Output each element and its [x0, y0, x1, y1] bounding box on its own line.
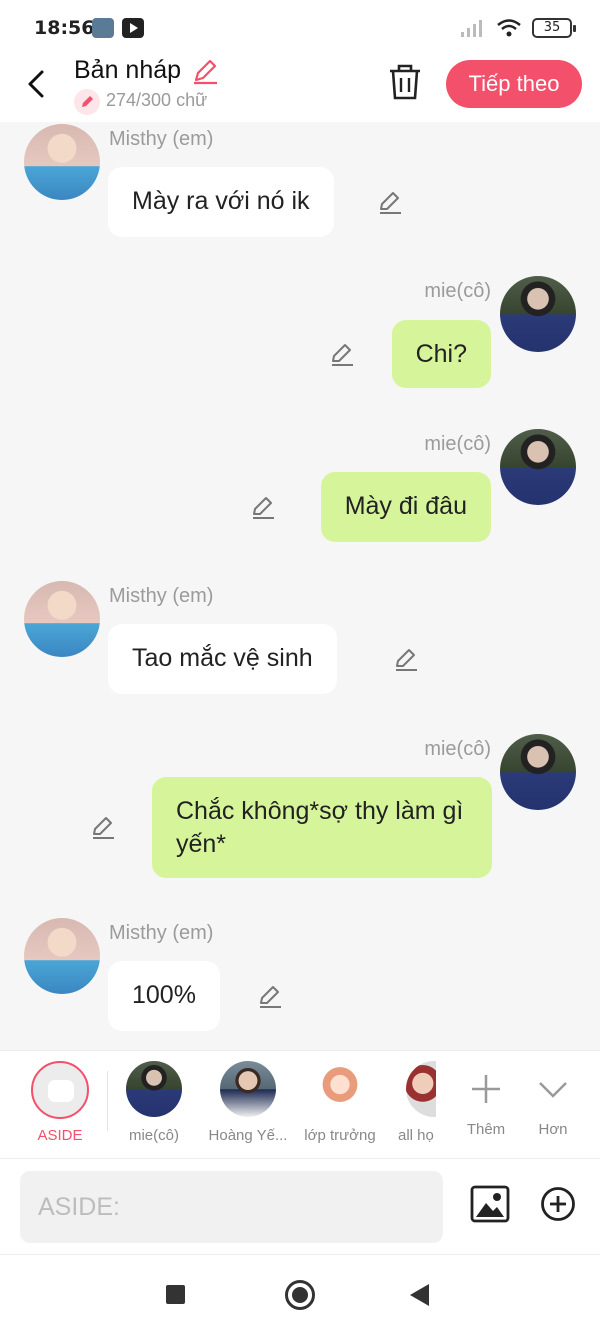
sender-name: Misthy (em): [109, 128, 214, 150]
character-avatar: [220, 1061, 276, 1117]
add-character-button[interactable]: Thêm: [458, 1061, 514, 1138]
character-avatar: [126, 1061, 182, 1117]
status-bar: 18:56 35: [0, 0, 600, 56]
character-label: mie(cô): [128, 1127, 179, 1144]
message-bubble[interactable]: Mày ra với nó ik: [108, 167, 334, 237]
edit-message-icon[interactable]: [328, 340, 356, 368]
sender-name: Misthy (em): [109, 922, 214, 944]
signal-icon: [461, 20, 482, 37]
character-all[interactable]: all họ: [396, 1061, 436, 1144]
character-label: lớp trưởng: [304, 1127, 376, 1144]
sender-name: mie(cô): [424, 280, 491, 302]
expand-button[interactable]: Hơn: [526, 1061, 580, 1138]
header: Bản nháp 274/300 chữ Tiếp theo: [0, 56, 600, 122]
page-title: Bản nháp: [74, 56, 182, 84]
character-label: all họ: [398, 1127, 434, 1144]
message-input[interactable]: [20, 1171, 443, 1243]
character-lop-truong[interactable]: lớp trưởng: [300, 1061, 380, 1144]
wifi-icon: [497, 19, 521, 37]
sender-name: mie(cô): [424, 433, 491, 455]
trash-icon[interactable]: [387, 62, 423, 102]
message-bubble[interactable]: Tao mắc vệ sinh: [108, 624, 337, 694]
divider: [107, 1071, 108, 1131]
chat-area: Misthy (em) Mày ra với nó ik mie(cô) Chi…: [0, 122, 600, 1050]
message-bubble[interactable]: Chi?: [391, 320, 491, 388]
system-back-icon[interactable]: [410, 1284, 429, 1306]
character-hoang-yen[interactable]: Hoàng Yế...: [202, 1061, 294, 1144]
avatar-misthy[interactable]: [24, 918, 100, 994]
avatar-mie[interactable]: [500, 734, 576, 810]
message-bubble[interactable]: Mày đi đâu: [320, 472, 491, 542]
chevron-down-icon: [539, 1082, 567, 1098]
gallery-app-icon: [92, 18, 114, 38]
image-icon[interactable]: [470, 1185, 510, 1223]
avatar-mie[interactable]: [500, 276, 576, 352]
character-aside[interactable]: ASIDE: [22, 1061, 98, 1144]
edit-message-icon[interactable]: [392, 645, 420, 673]
word-count: 274/300 chữ: [106, 90, 208, 110]
add-circle-icon[interactable]: [540, 1186, 576, 1222]
sender-name: Misthy (em): [109, 585, 214, 607]
edit-message-icon[interactable]: [376, 188, 404, 216]
character-label: ASIDE: [37, 1127, 83, 1144]
battery-icon: 35: [532, 18, 576, 38]
edit-message-icon[interactable]: [89, 813, 117, 841]
edit-title-icon[interactable]: [190, 56, 220, 86]
avatar-misthy[interactable]: [24, 124, 100, 200]
next-button[interactable]: Tiếp theo: [446, 60, 582, 108]
character-selector: ASIDE mie(cô) Hoàng Yế... lớp trưởng all…: [0, 1050, 600, 1158]
sender-name: mie(cô): [424, 738, 491, 760]
status-icons: 35: [460, 18, 576, 38]
plus-icon: [472, 1075, 500, 1103]
recents-icon[interactable]: [166, 1285, 185, 1304]
back-arrow-icon[interactable]: [22, 68, 54, 100]
character-label: Hoàng Yế...: [208, 1127, 288, 1144]
youtube-app-icon: [122, 18, 144, 38]
message-bubble[interactable]: 100%: [108, 961, 220, 1031]
composer: [0, 1158, 600, 1254]
expand-label: Hơn: [538, 1121, 568, 1138]
system-nav-bar: [0, 1254, 600, 1333]
more-label: Thêm: [466, 1121, 506, 1138]
aside-icon: [31, 1061, 89, 1119]
home-icon[interactable]: [285, 1280, 315, 1310]
pencil-badge-icon: [74, 89, 100, 115]
edit-message-icon[interactable]: [256, 982, 284, 1010]
status-time: 18:56: [34, 17, 95, 39]
avatar-misthy[interactable]: [24, 581, 100, 657]
character-avatar: [312, 1061, 368, 1117]
message-bubble[interactable]: Chắc không*sợ thy làm gì yến*: [152, 777, 492, 878]
character-avatar: [406, 1061, 436, 1117]
character-mie[interactable]: mie(cô): [110, 1061, 198, 1144]
edit-message-icon[interactable]: [249, 493, 277, 521]
avatar-mie[interactable]: [500, 429, 576, 505]
